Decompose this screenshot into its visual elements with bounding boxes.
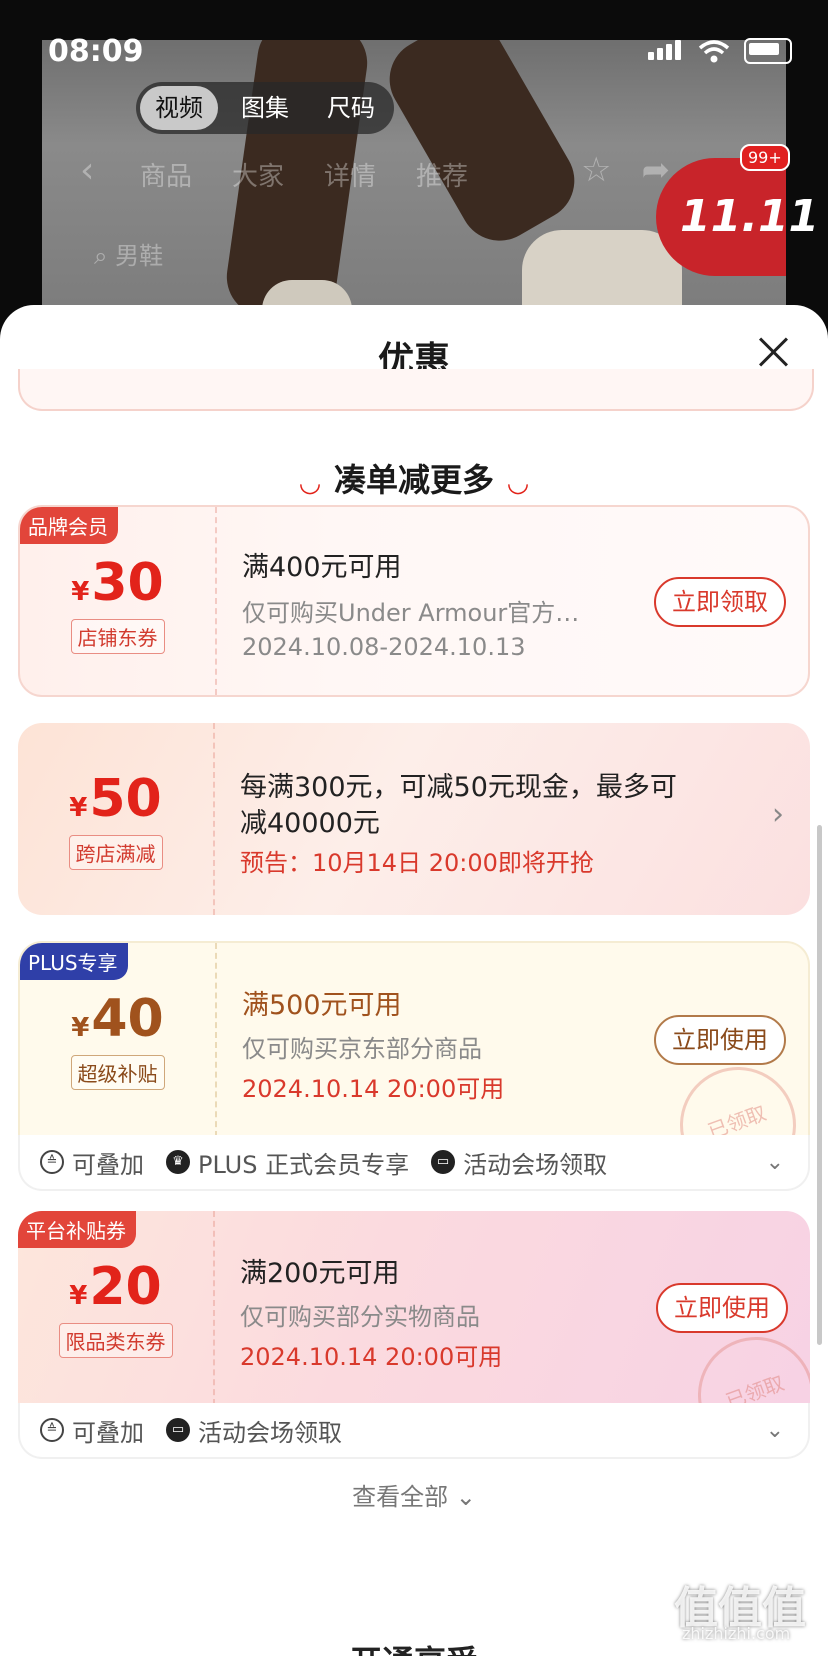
coupon-rule-cont: 减40000元: [240, 808, 380, 839]
coupon-card-platform-subsidy[interactable]: ¥20 限品类东券 平台补贴券 满200元可用 仅可购买部分实物商品 2024.…: [18, 1211, 810, 1405]
coupon-type-tag: 超级补贴: [70, 1055, 165, 1090]
media-segment-tabs: 视频 图集 尺码: [136, 82, 394, 134]
battery-icon: [744, 38, 792, 64]
watermark-url: zhizhizhi.com: [682, 1624, 791, 1643]
coupon-card-brand-member[interactable]: ¥30 店铺东券 品牌会员 满400元可用 仅可购买Under Armour官方…: [18, 505, 810, 697]
coupon-card-plus[interactable]: ¥40 超级补贴 PLUS专享 满500元可用 仅可购买京东部分商品 2024.…: [18, 941, 810, 1137]
tab-size[interactable]: 尺码: [312, 86, 390, 130]
smile-decoration-icon: ◡: [299, 468, 320, 498]
nav-tab-details[interactable]: 详情: [324, 156, 376, 193]
crown-icon: ♛: [166, 1150, 190, 1174]
chevron-down-icon[interactable]: ⌄: [766, 1150, 784, 1175]
favorite-star-icon[interactable]: ☆: [581, 150, 611, 190]
coupon-preview-notice: 预告：10月14日 20:00即将开抢: [240, 849, 594, 877]
coupon-threshold: 满500元可用: [242, 990, 402, 1021]
coupon-validity: 2024.10.08-2024.10.13: [242, 633, 526, 661]
previous-card-edge: [18, 369, 814, 411]
coupon-tags-row[interactable]: ≙ 可叠加 ▭ 活动会场领取 ⌄: [18, 1403, 810, 1459]
clock: 08:09: [48, 34, 144, 69]
nav-tab-reviews[interactable]: 大家: [232, 156, 284, 193]
claim-button[interactable]: 立即领取: [654, 577, 786, 627]
coupon-scope: 仅可购买部分实物商品: [240, 1303, 480, 1331]
coupon-amount: 40: [91, 989, 164, 1049]
use-now-button[interactable]: 立即使用: [656, 1283, 788, 1333]
search-text[interactable]: ⌕ 男鞋: [94, 236, 163, 271]
back-icon[interactable]: ‹: [80, 150, 94, 191]
coupon-type-tag: 跨店满减: [68, 835, 163, 870]
chevron-down-icon[interactable]: ⌄: [766, 1418, 784, 1443]
claimed-stamp: 已领取: [681, 1320, 810, 1405]
tag-event-claim: 活动会场领取: [198, 1418, 342, 1447]
ticket-icon: ▭: [166, 1418, 190, 1442]
chevron-down-icon: ⌄: [455, 1483, 476, 1511]
coupon-type-tag: 店铺东券: [70, 619, 165, 654]
nav-tab-product[interactable]: 商品: [140, 156, 192, 193]
scrollbar[interactable]: [817, 825, 822, 1345]
ticket-icon: ▭: [431, 1150, 456, 1174]
coupon-scope: 仅可购买Under Armour官方…: [242, 599, 580, 627]
double-eleven-badge[interactable]: 11.11: [656, 158, 819, 276]
coupon-amount: 30: [91, 553, 164, 613]
tab-gallery[interactable]: 图集: [226, 86, 304, 130]
tab-video[interactable]: 视频: [140, 86, 218, 130]
coupon-card-cross-store[interactable]: ¥50 跨店满减 每满300元，可减50元现金，最多可 减40000元 预告：1…: [18, 723, 810, 915]
cellular-signal-icon: [648, 40, 684, 64]
brand-member-tag: 品牌会员: [20, 507, 118, 544]
tag-event-claim: 活动会场领取: [463, 1150, 608, 1179]
chevron-right-icon[interactable]: ›: [772, 797, 784, 832]
coupon-amount: 20: [89, 1257, 162, 1317]
plus-exclusive-tag: PLUS专享: [20, 943, 128, 980]
coupon-amount: 50: [89, 769, 162, 829]
message-count-badge: 99+: [740, 144, 790, 171]
use-now-button[interactable]: 立即使用: [654, 1015, 786, 1065]
coupon-rule: 每满300元，可减50元现金，最多可: [240, 772, 677, 803]
coupon-tags-row[interactable]: ≙ 可叠加 ♛ PLUS 正式会员专享 ▭ 活动会场领取 ⌄: [18, 1135, 810, 1191]
tag-plus-member: PLUS 正式会员专享: [198, 1150, 410, 1179]
coupon-validity: 2024.10.14 20:00可用: [242, 1075, 505, 1103]
coupon-scope: 仅可购买京东部分商品: [242, 1035, 482, 1063]
coupon-threshold: 满400元可用: [242, 552, 402, 583]
nav-tab-recommend[interactable]: 推荐: [416, 156, 468, 193]
status-bar: 08:09: [0, 0, 828, 69]
coupon-validity: 2024.10.14 20:00可用: [240, 1343, 503, 1371]
close-icon[interactable]: [758, 337, 788, 367]
tag-stackable: 可叠加: [72, 1150, 144, 1179]
tag-stackable: 可叠加: [72, 1418, 144, 1447]
platform-subsidy-tag: 平台补贴券: [18, 1211, 136, 1248]
coupon-threshold: 满200元可用: [240, 1258, 400, 1289]
section-title: ◡ 凑单减更多 ◡: [299, 461, 528, 499]
stack-icon: ≙: [40, 1150, 64, 1174]
product-media-area: 08:09 视频 图集 尺码 ‹ 商品 大家 详情 推荐 ☆ ➦ ⌕ 男鞋 11…: [0, 0, 828, 340]
coupon-type-tag: 限品类东券: [58, 1323, 173, 1358]
discount-sheet: 优惠 ◡ 凑单减更多 ◡ ¥30 店铺东券 品牌会员 满400元可用 仅可购买Und…: [0, 305, 828, 1656]
smile-decoration-icon: ◡: [508, 468, 528, 498]
stack-icon: ≙: [40, 1418, 64, 1442]
wifi-icon: [698, 40, 730, 63]
view-all-link[interactable]: 查看全部 ⌄: [0, 1477, 828, 1512]
